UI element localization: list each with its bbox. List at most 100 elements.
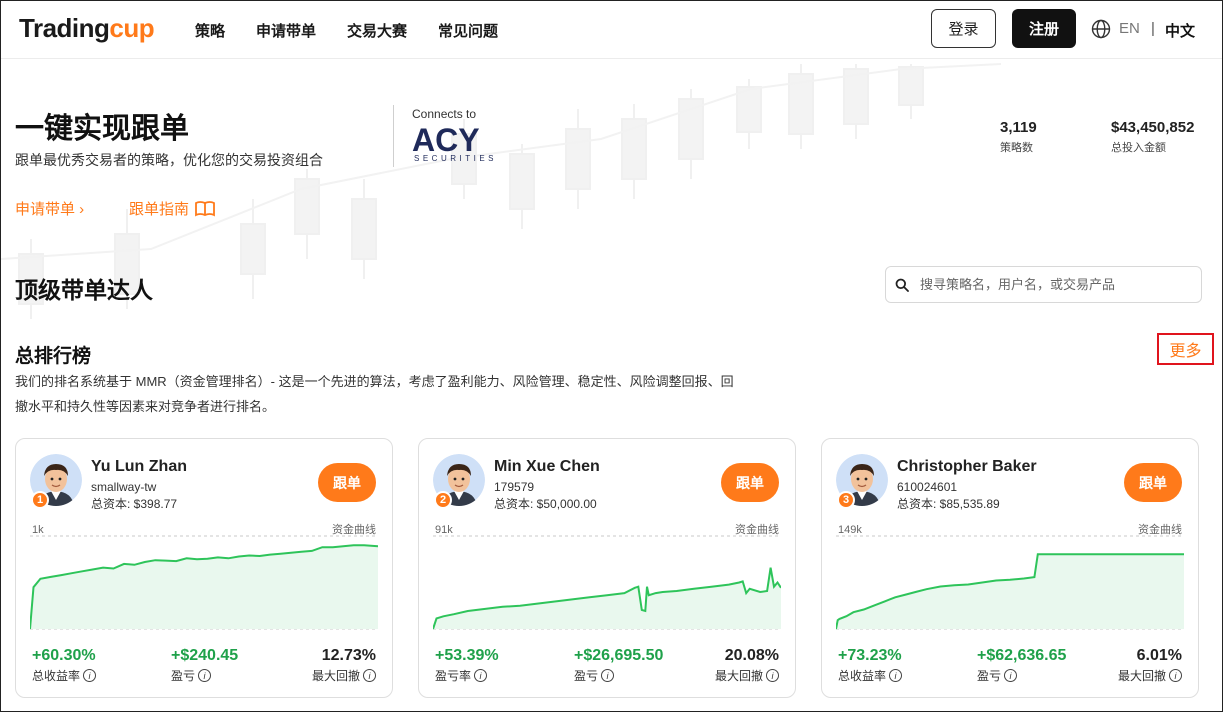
- metric-label-row: 盈亏 i: [171, 667, 238, 684]
- trader-name[interactable]: Min Xue Chen: [494, 458, 600, 476]
- metric-label: 总收益率: [32, 669, 81, 683]
- tradingcup-logo[interactable]: Tradingcup: [19, 13, 155, 44]
- acy-securities-logo[interactable]: ACY: [412, 122, 504, 154]
- trader-capital: 总资本: $50,000.00: [494, 497, 597, 511]
- trader-card[interactable]: 2 Min Xue Chen 179579 总资本: $50,000.00 跟单…: [418, 438, 796, 698]
- page: Tradingcup 策略 申请带单 交易大赛 常见问题 登录 注册 EN | …: [0, 0, 1223, 712]
- apply-leader-link[interactable]: 申请带单 ›: [15, 198, 84, 219]
- equity-curve-chart: 91k 资金曲线 47k: [433, 522, 781, 630]
- metric-max-drawdown: 20.08% 最大回撤 i: [715, 647, 779, 684]
- login-button[interactable]: 登录: [931, 9, 996, 48]
- info-icon[interactable]: i: [766, 669, 779, 682]
- nav-item-strategies[interactable]: 策略: [195, 20, 225, 41]
- copy-guide-link[interactable]: 跟单指南: [129, 198, 215, 219]
- follow-button[interactable]: 跟单: [318, 463, 376, 502]
- trader-card[interactable]: 3 Christopher Baker 610024601 总资本: $85,5…: [821, 438, 1199, 698]
- stat-value: 3,119: [1000, 119, 1037, 136]
- metric-pnl: +$62,636.65 盈亏 i: [977, 647, 1066, 684]
- info-icon[interactable]: i: [474, 669, 488, 682]
- strategy-search-box: [885, 266, 1202, 303]
- metric-label: 最大回撤: [714, 669, 763, 683]
- hero-divider: [393, 105, 394, 167]
- metric-label-row: 总收益率 i: [32, 667, 97, 684]
- rank-badge: 2: [434, 491, 452, 509]
- info-icon[interactable]: i: [83, 669, 97, 682]
- chart-title-label: 资金曲线: [1138, 522, 1182, 536]
- equity-area: [836, 554, 1184, 629]
- chart-title-label: 资金曲线: [332, 522, 376, 536]
- top-navbar: Tradingcup 策略 申请带单 交易大赛 常见问题 登录 注册 EN | …: [1, 1, 1222, 59]
- metric-label-row: 盈亏率 i: [435, 667, 499, 684]
- trader-capital: 总资本: $85,535.89: [897, 497, 1000, 511]
- book-icon: [195, 200, 215, 216]
- trader-name[interactable]: Christopher Baker: [897, 458, 1037, 476]
- follow-button[interactable]: 跟单: [1124, 463, 1182, 502]
- trader-card[interactable]: 1 Yu Lun Zhan smallway-tw 总资本: $398.77 跟…: [15, 438, 393, 698]
- language-zh[interactable]: 中文: [1165, 20, 1195, 41]
- info-icon[interactable]: i: [889, 669, 903, 682]
- follow-button[interactable]: 跟单: [721, 463, 779, 502]
- metric-total-return: +53.39% 盈亏率 i: [435, 647, 499, 684]
- metric-label: 盈亏率: [435, 669, 472, 683]
- main-nav: 策略 申请带单 交易大赛 常见问题: [195, 20, 498, 41]
- rank-badge: 1: [31, 491, 49, 509]
- stat-total-invested: $43,450,852 总投入金额: [1111, 119, 1194, 155]
- metric-label-row: 最大回撤 i: [1118, 667, 1182, 684]
- metric-total-return: +60.30% 总收益率 i: [32, 647, 97, 684]
- metric-label-row: 总收益率 i: [838, 667, 903, 684]
- info-icon[interactable]: i: [601, 669, 615, 682]
- metric-max-drawdown: 6.01% 最大回撤 i: [1118, 647, 1182, 684]
- trader-name[interactable]: Yu Lun Zhan: [91, 458, 187, 476]
- chart-y-max-label: 1k: [32, 524, 44, 536]
- language-en[interactable]: EN: [1119, 20, 1140, 37]
- metric-pnl: +$240.45 盈亏 i: [171, 647, 238, 684]
- info-icon[interactable]: i: [1169, 669, 1182, 682]
- stat-label: 策略数: [1000, 142, 1033, 154]
- metric-value: +$62,636.65: [977, 647, 1067, 664]
- metric-value: +60.30%: [32, 647, 96, 664]
- copy-guide-label: 跟单指南: [129, 201, 190, 218]
- chart-title-label: 资金曲线: [735, 522, 779, 536]
- acy-logo-letters: ACY: [412, 122, 480, 154]
- equity-area: [30, 545, 378, 629]
- equity-curve-chart: 149k 资金曲线 11k: [836, 522, 1184, 630]
- metric-label-row: 盈亏 i: [977, 667, 1066, 684]
- metric-value: 6.01%: [1136, 647, 1182, 664]
- stat-value: $43,450,852: [1111, 119, 1195, 136]
- ranking-description: 我们的排名系统基于 MMR（资金管理排名）- 这是一个先进的算法，考虑了盈利能力…: [15, 374, 734, 414]
- metric-value: +$240.45: [171, 647, 239, 664]
- search-icon: [895, 278, 909, 292]
- nav-item-apply-leader[interactable]: 申请带单: [256, 20, 316, 41]
- info-icon[interactable]: i: [363, 669, 376, 682]
- stat-label: 总投入金额: [1111, 142, 1166, 154]
- nav-item-contest[interactable]: 交易大赛: [347, 20, 407, 41]
- nav-item-faq[interactable]: 常见问题: [438, 20, 498, 41]
- register-button[interactable]: 注册: [1012, 9, 1076, 48]
- search-input[interactable]: [920, 269, 1196, 300]
- chart-y-max-label: 91k: [435, 524, 453, 536]
- rank-badge: 3: [837, 491, 855, 509]
- metric-value: 12.73%: [321, 647, 376, 664]
- connects-to-label: Connects to: [412, 107, 477, 121]
- info-icon[interactable]: i: [198, 669, 212, 682]
- stat-strategy-count: 3,119 策略数: [1000, 119, 1037, 155]
- metric-label-row: 盈亏 i: [574, 667, 663, 684]
- metric-label: 盈亏: [574, 669, 599, 683]
- metric-value: +73.23%: [838, 647, 902, 664]
- trader-account: smallway-tw: [91, 480, 157, 494]
- metric-label: 最大回撤: [311, 669, 360, 683]
- equity-area: [433, 567, 781, 629]
- trader-account: 610024601: [897, 480, 958, 494]
- metric-label-row: 最大回撤 i: [312, 667, 376, 684]
- globe-icon[interactable]: [1091, 19, 1111, 39]
- metric-label: 总收益率: [838, 669, 887, 683]
- logo-text-trading: Trading: [19, 13, 110, 43]
- logo-text-cup: cup: [109, 13, 155, 43]
- info-icon[interactable]: i: [1004, 669, 1018, 682]
- metric-total-return: +73.23% 总收益率 i: [838, 647, 903, 684]
- trader-account: 179579: [494, 480, 535, 494]
- language-separator: |: [1151, 20, 1155, 37]
- metric-pnl: +$26,695.50 盈亏 i: [574, 647, 663, 684]
- more-button[interactable]: 更多: [1157, 333, 1214, 365]
- acy-securities-text: SECURITIES: [414, 154, 498, 163]
